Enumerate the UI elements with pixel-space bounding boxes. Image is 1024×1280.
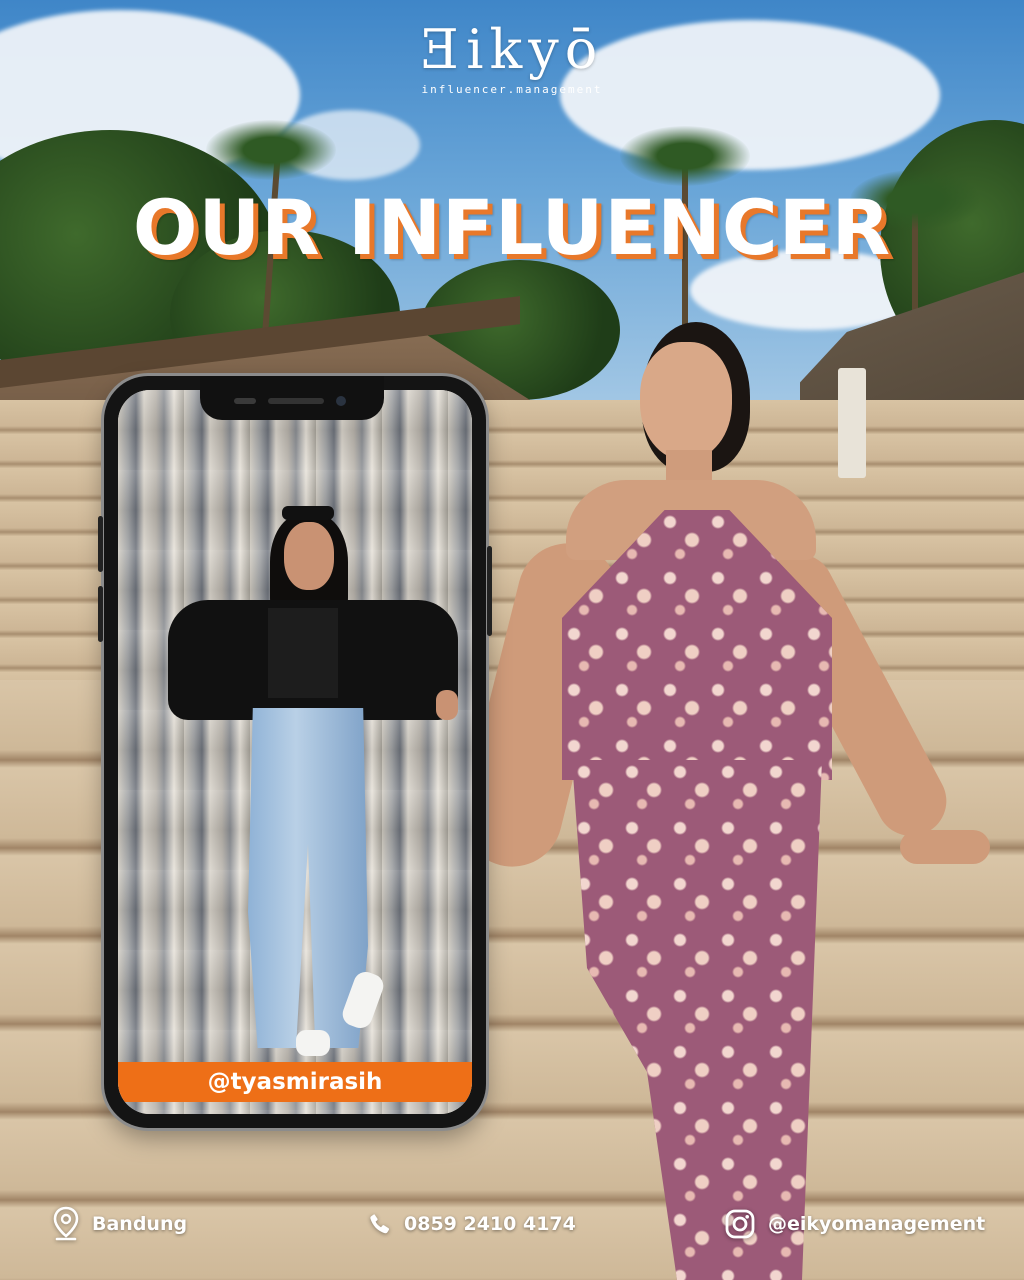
brand-logo: Ǝikyō — [420, 18, 604, 81]
phone-camera — [336, 396, 346, 406]
hand — [436, 690, 458, 720]
phone-number: 0859 2410 4174 — [404, 1213, 576, 1235]
location-text: Bandung — [92, 1213, 188, 1235]
phone-side-button — [487, 546, 492, 636]
map-pin-icon — [53, 1206, 79, 1241]
influencer-photo — [118, 390, 472, 1114]
footer-instagram[interactable]: @eikyomanagement — [724, 1204, 985, 1244]
palm-fronds — [620, 126, 750, 186]
influencer-handle: @tyasmirasih — [207, 1069, 383, 1095]
phone-mockup: @tyasmirasih — [98, 376, 492, 1128]
face — [640, 342, 732, 460]
phone-side-button — [98, 516, 103, 572]
sneaker — [296, 1030, 330, 1056]
floral-pants — [572, 760, 822, 1280]
seated-influencer-photo — [451, 320, 1020, 1280]
influencer-handle-bar[interactable]: @tyasmirasih — [118, 1062, 472, 1102]
face — [284, 522, 334, 590]
instagram-handle: @eikyomanagement — [768, 1213, 986, 1235]
phone-icon — [370, 1214, 390, 1234]
sunglasses — [282, 506, 334, 520]
instagram-icon — [725, 1209, 755, 1239]
phone-side-button — [98, 586, 103, 642]
footer-location: Bandung — [52, 1204, 187, 1244]
page-title: OUR INFLUENCER — [132, 183, 892, 272]
hand — [900, 830, 990, 864]
brand-subtitle: influencer.management — [421, 83, 603, 96]
phone-speaker — [268, 398, 324, 404]
palm-fronds — [206, 120, 336, 180]
phone-sensor — [234, 398, 256, 404]
black-top — [268, 608, 338, 698]
phone-screen: @tyasmirasih — [118, 390, 472, 1114]
footer-phone[interactable]: 0859 2410 4174 — [368, 1204, 576, 1244]
